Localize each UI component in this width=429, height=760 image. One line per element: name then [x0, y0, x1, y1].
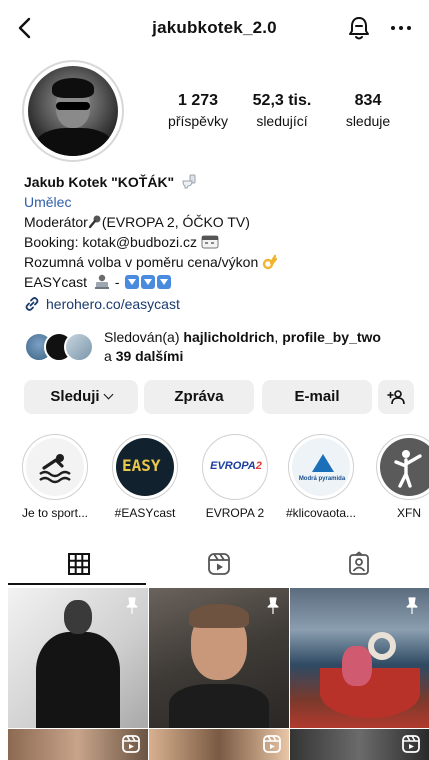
followed-by-more: 39 dalšími: [115, 348, 184, 364]
reel-post-icon: [122, 735, 140, 753]
email-button-label: E-mail: [294, 388, 340, 405]
pinned-post-icon: [126, 597, 138, 614]
bio-text-booking: Booking: kotak@budbozi.cz: [24, 234, 197, 250]
profile-bio: Jakub Kotek "KOŤÁK" Umělec Moderátor (EVR…: [24, 172, 414, 314]
highlight-cover: [380, 438, 429, 496]
pyramid-logo-text: Modrá pyramida: [298, 476, 346, 482]
highlight-label: #klicovaota...: [285, 506, 357, 520]
stat-followers-label: sledující: [256, 113, 308, 129]
highlight-label: Je to sport...: [21, 506, 89, 520]
followed-by-user: hajlicholdrich: [183, 329, 275, 345]
ok-hand-emoji-icon: [262, 254, 278, 270]
reels-icon[interactable]: [206, 551, 232, 577]
highlight-xfn[interactable]: XFN: [370, 434, 429, 520]
highlight-label: XFN: [397, 506, 421, 520]
bio-line-4: EASYcast -: [24, 272, 414, 292]
followed-by-prefix: Sledován(a): [104, 329, 184, 345]
chevron-down-icon: [103, 389, 114, 400]
calendar-emoji-icon: [201, 235, 219, 249]
followed-by-text: Sledován(a) hajlicholdrich, profile_by_t…: [104, 328, 424, 366]
bio-link[interactable]: herohero.co/easycast: [24, 294, 414, 314]
email-button[interactable]: E-mail: [262, 380, 372, 414]
stat-posts-label: příspěvky: [168, 113, 228, 129]
down-arrow-emoji-icon: [157, 275, 172, 289]
highlight-klicovaota[interactable]: Modrá pyramida #klicovaota...: [282, 434, 360, 520]
evropa2-logo-number: 2: [255, 460, 262, 472]
profile-tabs: [0, 545, 429, 585]
bio-text-dash: -: [114, 274, 120, 290]
tagged-icon[interactable]: [346, 551, 372, 577]
followed-by-mid: a: [104, 348, 116, 364]
bio-name-row: Jakub Kotek "KOŤÁK": [24, 172, 414, 192]
highlight-sport[interactable]: Je to sport...: [16, 434, 94, 520]
post-thumbnail[interactable]: [149, 588, 289, 728]
easycast-logo-text: EASY: [122, 456, 161, 475]
evropa2-logo-text: EVROPA: [210, 460, 256, 472]
highlight-label: EVROPA 2: [205, 506, 265, 520]
highlight-cover: EASY: [116, 438, 174, 496]
bio-line-2: Booking: kotak@budbozi.cz: [24, 232, 414, 252]
highlight-cover: [26, 438, 84, 496]
stat-followers[interactable]: 52,3 tis. sledující: [244, 92, 320, 129]
suggested-users-button[interactable]: [378, 380, 414, 414]
highlight-cover: Modrá pyramida: [292, 438, 350, 496]
highlight-cover: EVROPA2: [206, 438, 264, 496]
top-bar: jakubkotek_2.0: [0, 0, 429, 56]
bio-text-moderator: Moderátor: [24, 214, 88, 230]
bio-text-stations: (EVROPA 2, ÓČKO TV): [101, 214, 250, 230]
bio-link-text[interactable]: herohero.co/easycast: [46, 294, 180, 314]
pinned-post-icon: [406, 597, 418, 614]
pinned-post-icon: [267, 597, 279, 614]
active-tab-indicator: [8, 583, 146, 585]
bio-text-easycast: EASYcast: [24, 274, 88, 290]
toilet-emoji-icon: [182, 174, 196, 189]
reel-post-icon: [402, 735, 420, 753]
post-thumbnail[interactable]: [8, 588, 148, 728]
stat-followers-value: 52,3 tis.: [252, 92, 312, 109]
stat-following[interactable]: 834 sleduje: [336, 92, 400, 129]
post-thumbnail[interactable]: [149, 729, 289, 760]
followed-by[interactable]: Sledován(a) hajlicholdrich, profile_by_t…: [24, 328, 414, 368]
stat-posts[interactable]: 1 273 příspěvky: [160, 92, 236, 129]
message-button-label: Zpráva: [174, 388, 224, 405]
stat-following-label: sleduje: [345, 113, 391, 129]
person-laptop-emoji-icon: [94, 274, 109, 289]
post-thumbnail[interactable]: [8, 729, 148, 760]
highlight-evropa2[interactable]: EVROPA2 EVROPA 2: [196, 434, 274, 520]
follower-avatar: [64, 332, 94, 362]
profile-category: Umělec: [24, 194, 72, 210]
grid-icon[interactable]: [66, 551, 92, 577]
message-button[interactable]: Zpráva: [144, 380, 254, 414]
notification-bell-icon[interactable]: [346, 14, 372, 42]
avatar-image: [28, 66, 118, 156]
fighter-kick-icon: [394, 450, 422, 488]
add-person-icon: [387, 390, 405, 405]
microphone-emoji-icon: [88, 215, 101, 229]
reel-post-icon: [263, 735, 281, 753]
down-arrow-emoji-icon: [141, 275, 156, 289]
bio-line-1: Moderátor (EVROPA 2, ÓČKO TV): [24, 212, 414, 232]
stat-posts-value: 1 273: [177, 92, 219, 109]
post-thumbnail[interactable]: [290, 729, 429, 760]
following-button-label: Sleduji: [50, 388, 100, 405]
evropa2-logo: EVROPA2: [209, 460, 263, 472]
post-thumbnail[interactable]: [290, 588, 429, 728]
bio-line-3: Rozumná volba v poměru cena/výkon: [24, 252, 414, 272]
highlight-label: #EASYcast: [114, 506, 176, 520]
highlight-easycast[interactable]: EASY #EASYcast: [106, 434, 184, 520]
swimmer-icon: [39, 454, 71, 484]
profile-avatar[interactable]: [22, 60, 124, 162]
stat-following-value: 834: [354, 92, 382, 109]
followed-by-user: profile_by_two: [282, 329, 381, 345]
following-button[interactable]: Sleduji: [24, 380, 138, 414]
down-arrow-emoji-icon: [125, 275, 140, 289]
more-icon[interactable]: [388, 16, 414, 40]
display-name: Jakub Kotek "KOŤÁK": [24, 174, 175, 190]
link-icon: [25, 297, 39, 311]
pyramid-logo-icon: [312, 454, 334, 472]
bio-text-value: Rozumná volba v poměru cena/výkon: [24, 254, 259, 270]
